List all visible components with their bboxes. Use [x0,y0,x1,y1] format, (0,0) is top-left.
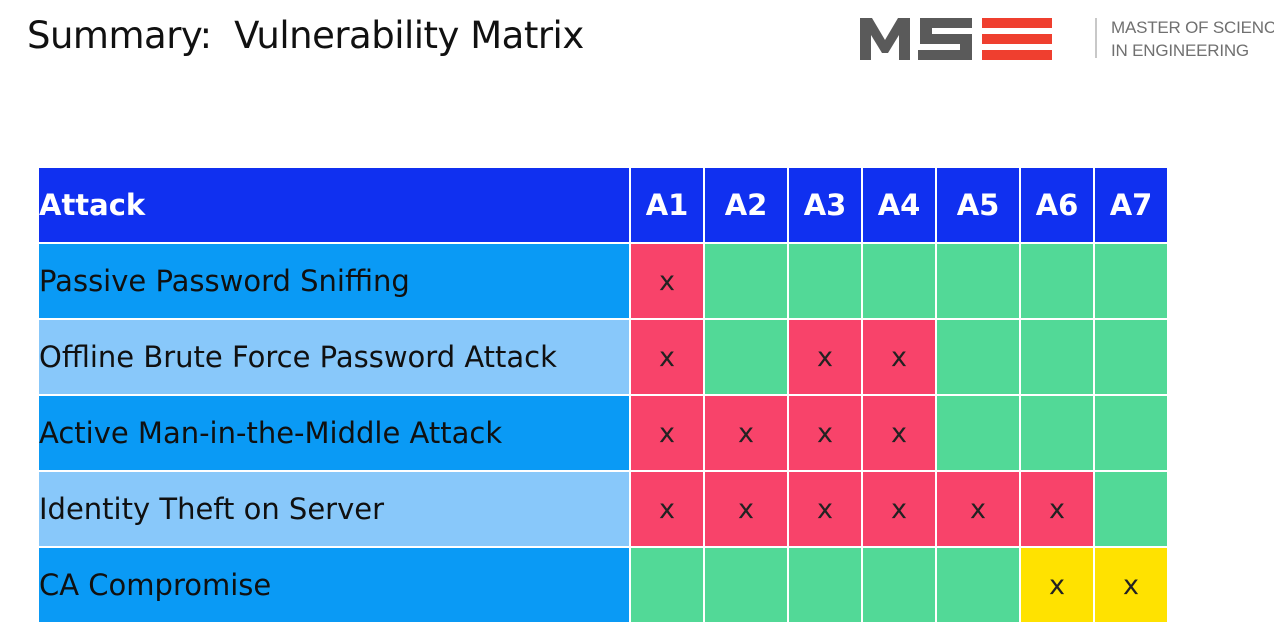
attack-label: Identity Theft on Server [39,472,629,546]
header-a6: A6 [1021,168,1093,242]
matrix-cell-green [789,548,861,622]
header-a1: A1 [631,168,703,242]
header-attack: Attack [39,168,629,242]
matrix-cell-green [1095,320,1167,394]
matrix-body: Passive Password Sniffing x Offline Brute … [39,244,1167,622]
matrix-cell-green [863,548,935,622]
matrix-row: CA Compromise x x [39,548,1167,622]
matrix-cell-yellow: x [1095,548,1167,622]
matrix-cell-green [1021,244,1093,318]
matrix-cell-red: x [705,472,787,546]
matrix-cell-red: x [789,396,861,470]
matrix-cell-green [937,548,1019,622]
logo-divider [1095,18,1097,58]
matrix-cell-green [1095,244,1167,318]
matrix-cell-red: x [631,320,703,394]
matrix-cell-red: x [863,320,935,394]
matrix-row: Passive Password Sniffing x [39,244,1167,318]
header-a2: A2 [705,168,787,242]
matrix-cell-red: x [789,320,861,394]
matrix-cell-red: x [631,472,703,546]
attack-label: Active Man-in-the-Middle Attack [39,396,629,470]
matrix-cell-green [705,320,787,394]
attack-label: CA Compromise [39,548,629,622]
slide-title: Summary: Vulnerability Matrix [27,14,584,57]
matrix-cell-red: x [863,472,935,546]
matrix-cell-green [1095,472,1167,546]
matrix-cell-red: x [1021,472,1093,546]
vulnerability-matrix: Attack A1 A2 A3 A4 A5 A6 A7 Passive Pass… [37,166,1169,624]
matrix-header-row: Attack A1 A2 A3 A4 A5 A6 A7 [39,168,1167,242]
logo-text: MASTER OF SCIENCE IN ENGINEERING [1111,16,1274,62]
matrix-row: Active Man-in-the-Middle Attack x x x x [39,396,1167,470]
matrix-row: Offline Brute Force Password Attack x x x [39,320,1167,394]
matrix-cell-green [789,244,861,318]
mse-logo [860,18,1052,60]
matrix-cell-green [631,548,703,622]
logo-text-line1: MASTER OF SCIENCE [1111,18,1274,37]
matrix-cell-red: x [705,396,787,470]
matrix-cell-red: x [937,472,1019,546]
matrix-cell-red: x [863,396,935,470]
logo-text-line2: IN ENGINEERING [1111,41,1249,60]
matrix-cell-yellow: x [1021,548,1093,622]
matrix-cell-green [937,396,1019,470]
matrix-cell-green [705,244,787,318]
matrix-row: Identity Theft on Server x x x x x x [39,472,1167,546]
matrix-cell-green [705,548,787,622]
matrix-cell-green [937,244,1019,318]
matrix-cell-red: x [789,472,861,546]
matrix-cell-red: x [631,396,703,470]
header-a7: A7 [1095,168,1167,242]
matrix-cell-green [1095,396,1167,470]
header-a5: A5 [937,168,1019,242]
matrix-cell-green [937,320,1019,394]
matrix-cell-green [1021,320,1093,394]
matrix-cell-green [1021,396,1093,470]
matrix-cell-red: x [631,244,703,318]
header-a3: A3 [789,168,861,242]
attack-label: Offline Brute Force Password Attack [39,320,629,394]
matrix-cell-green [863,244,935,318]
header-a4: A4 [863,168,935,242]
attack-label: Passive Password Sniffing [39,244,629,318]
